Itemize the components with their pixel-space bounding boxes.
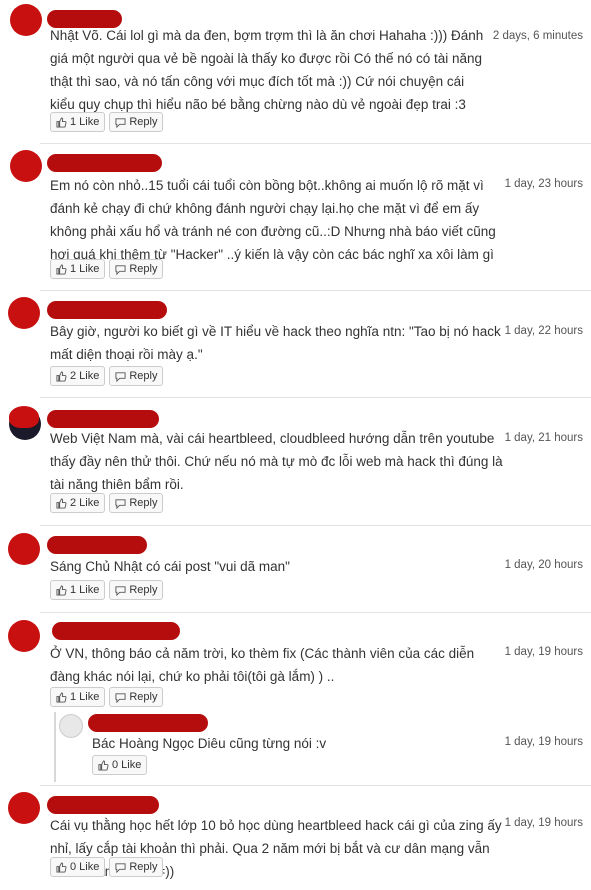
like-button[interactable]: 1 Like xyxy=(50,112,106,132)
like-button[interactable]: 0 Like xyxy=(50,857,106,877)
reply-button[interactable]: Reply xyxy=(109,493,164,513)
comment-actions: 0 Like Reply xyxy=(50,857,164,877)
like-button[interactable]: 1 Like xyxy=(50,580,106,600)
comment-timestamp[interactable]: 2 days, 6 minutes xyxy=(493,30,583,42)
avatar[interactable] xyxy=(8,533,40,565)
thumbs-up-icon xyxy=(56,861,67,873)
comment-timestamp[interactable]: 1 day, 19 hours xyxy=(505,646,583,658)
like-button[interactable]: 2 Like xyxy=(50,493,106,513)
like-count: 1 Like xyxy=(70,691,100,703)
reply-button[interactable]: Reply xyxy=(109,857,164,877)
like-count: 1 Like xyxy=(70,584,100,596)
reply-button[interactable]: Reply xyxy=(109,259,164,279)
like-count: 0 Like xyxy=(70,861,100,873)
avatar[interactable] xyxy=(8,297,40,329)
author-name[interactable] xyxy=(47,301,167,319)
comment-actions: 2 Like Reply xyxy=(50,366,164,386)
comment-timestamp[interactable]: 1 day, 19 hours xyxy=(505,817,583,829)
like-button[interactable]: 1 Like xyxy=(50,687,106,707)
thumbs-up-icon xyxy=(56,116,67,128)
like-count: 1 Like xyxy=(70,263,100,275)
comment-timestamp[interactable]: 1 day, 22 hours xyxy=(505,325,583,337)
comment-timestamp[interactable]: 1 day, 20 hours xyxy=(505,559,583,571)
thumbs-up-icon xyxy=(56,263,67,275)
avatar[interactable] xyxy=(8,792,40,824)
like-count: 1 Like xyxy=(70,116,100,128)
comment-text: Web Việt Nam mà, vài cái heartbleed, clo… xyxy=(50,431,503,492)
avatar-redaction xyxy=(9,406,39,428)
reply-label: Reply xyxy=(129,497,158,509)
like-count: 2 Like xyxy=(70,497,100,509)
comment-timestamp[interactable]: 1 day, 21 hours xyxy=(505,432,583,444)
reply-button[interactable]: Reply xyxy=(109,112,164,132)
thumbs-up-icon xyxy=(56,497,67,509)
comment-actions: 0 Like xyxy=(92,755,148,775)
like-button[interactable]: 2 Like xyxy=(50,366,106,386)
speech-bubble-icon xyxy=(115,117,126,128)
like-count: 0 Like xyxy=(112,759,142,771)
speech-bubble-icon xyxy=(115,498,126,509)
divider xyxy=(40,612,591,613)
speech-bubble-icon xyxy=(115,692,126,703)
avatar[interactable] xyxy=(10,4,42,36)
reply-label: Reply xyxy=(129,691,158,703)
thumbs-up-icon xyxy=(56,584,67,596)
author-name[interactable] xyxy=(47,796,159,814)
reply-label: Reply xyxy=(129,861,158,873)
comment-actions: 1 Like Reply xyxy=(50,112,164,132)
author-name[interactable] xyxy=(47,410,159,428)
divider xyxy=(40,397,591,398)
reply-label: Reply xyxy=(129,263,158,275)
comment-actions: 1 Like Reply xyxy=(50,687,164,707)
comment-timestamp[interactable]: 1 day, 19 hours xyxy=(505,736,583,748)
comment-actions: 1 Like Reply xyxy=(50,580,164,600)
divider xyxy=(40,290,591,291)
author-name[interactable] xyxy=(47,536,147,554)
divider xyxy=(40,525,591,526)
thumbs-up-icon xyxy=(56,370,67,382)
reply-thread-line xyxy=(54,712,56,782)
avatar[interactable] xyxy=(10,150,42,182)
thumbs-up-icon xyxy=(98,759,109,771)
reply-label: Reply xyxy=(129,370,158,382)
speech-bubble-icon xyxy=(115,371,126,382)
comment-text: Sáng Chủ Nhật có cái post "vui dã man" xyxy=(50,559,290,574)
avatar[interactable] xyxy=(8,620,40,652)
comment-text: Bây giờ, người ko biết gì về IT hiểu về … xyxy=(50,324,501,362)
comment-text: Ở VN, thông báo cả năm trời, ko thèm fix… xyxy=(50,646,475,684)
reply-button[interactable]: Reply xyxy=(109,366,164,386)
speech-bubble-icon xyxy=(115,585,126,596)
avatar[interactable] xyxy=(59,714,83,738)
author-name[interactable] xyxy=(88,714,208,732)
reply-label: Reply xyxy=(129,584,158,596)
divider xyxy=(40,785,591,786)
author-name[interactable] xyxy=(52,622,180,640)
comment-text: Bác Hoàng Ngọc Diêu cũng từng nói :v xyxy=(92,736,327,751)
divider xyxy=(40,143,591,144)
author-name[interactable] xyxy=(47,154,162,172)
comment-text: Em nó còn nhỏ..15 tuổi cái tuổi còn bồng… xyxy=(50,178,496,262)
speech-bubble-icon xyxy=(115,862,126,873)
comment-text: Nhật Võ. Cái lol gì mà da đen, bợm trợm … xyxy=(50,28,484,112)
reply-button[interactable]: Reply xyxy=(109,687,164,707)
comment-actions: 1 Like Reply xyxy=(50,259,164,279)
comment-timestamp[interactable]: 1 day, 23 hours xyxy=(505,178,583,190)
speech-bubble-icon xyxy=(115,264,126,275)
thumbs-up-icon xyxy=(56,691,67,703)
comment-actions: 2 Like Reply xyxy=(50,493,164,513)
reply-label: Reply xyxy=(129,116,158,128)
like-button[interactable]: 0 Like xyxy=(92,755,148,775)
like-button[interactable]: 1 Like xyxy=(50,259,106,279)
reply-button[interactable]: Reply xyxy=(109,580,164,600)
like-count: 2 Like xyxy=(70,370,100,382)
